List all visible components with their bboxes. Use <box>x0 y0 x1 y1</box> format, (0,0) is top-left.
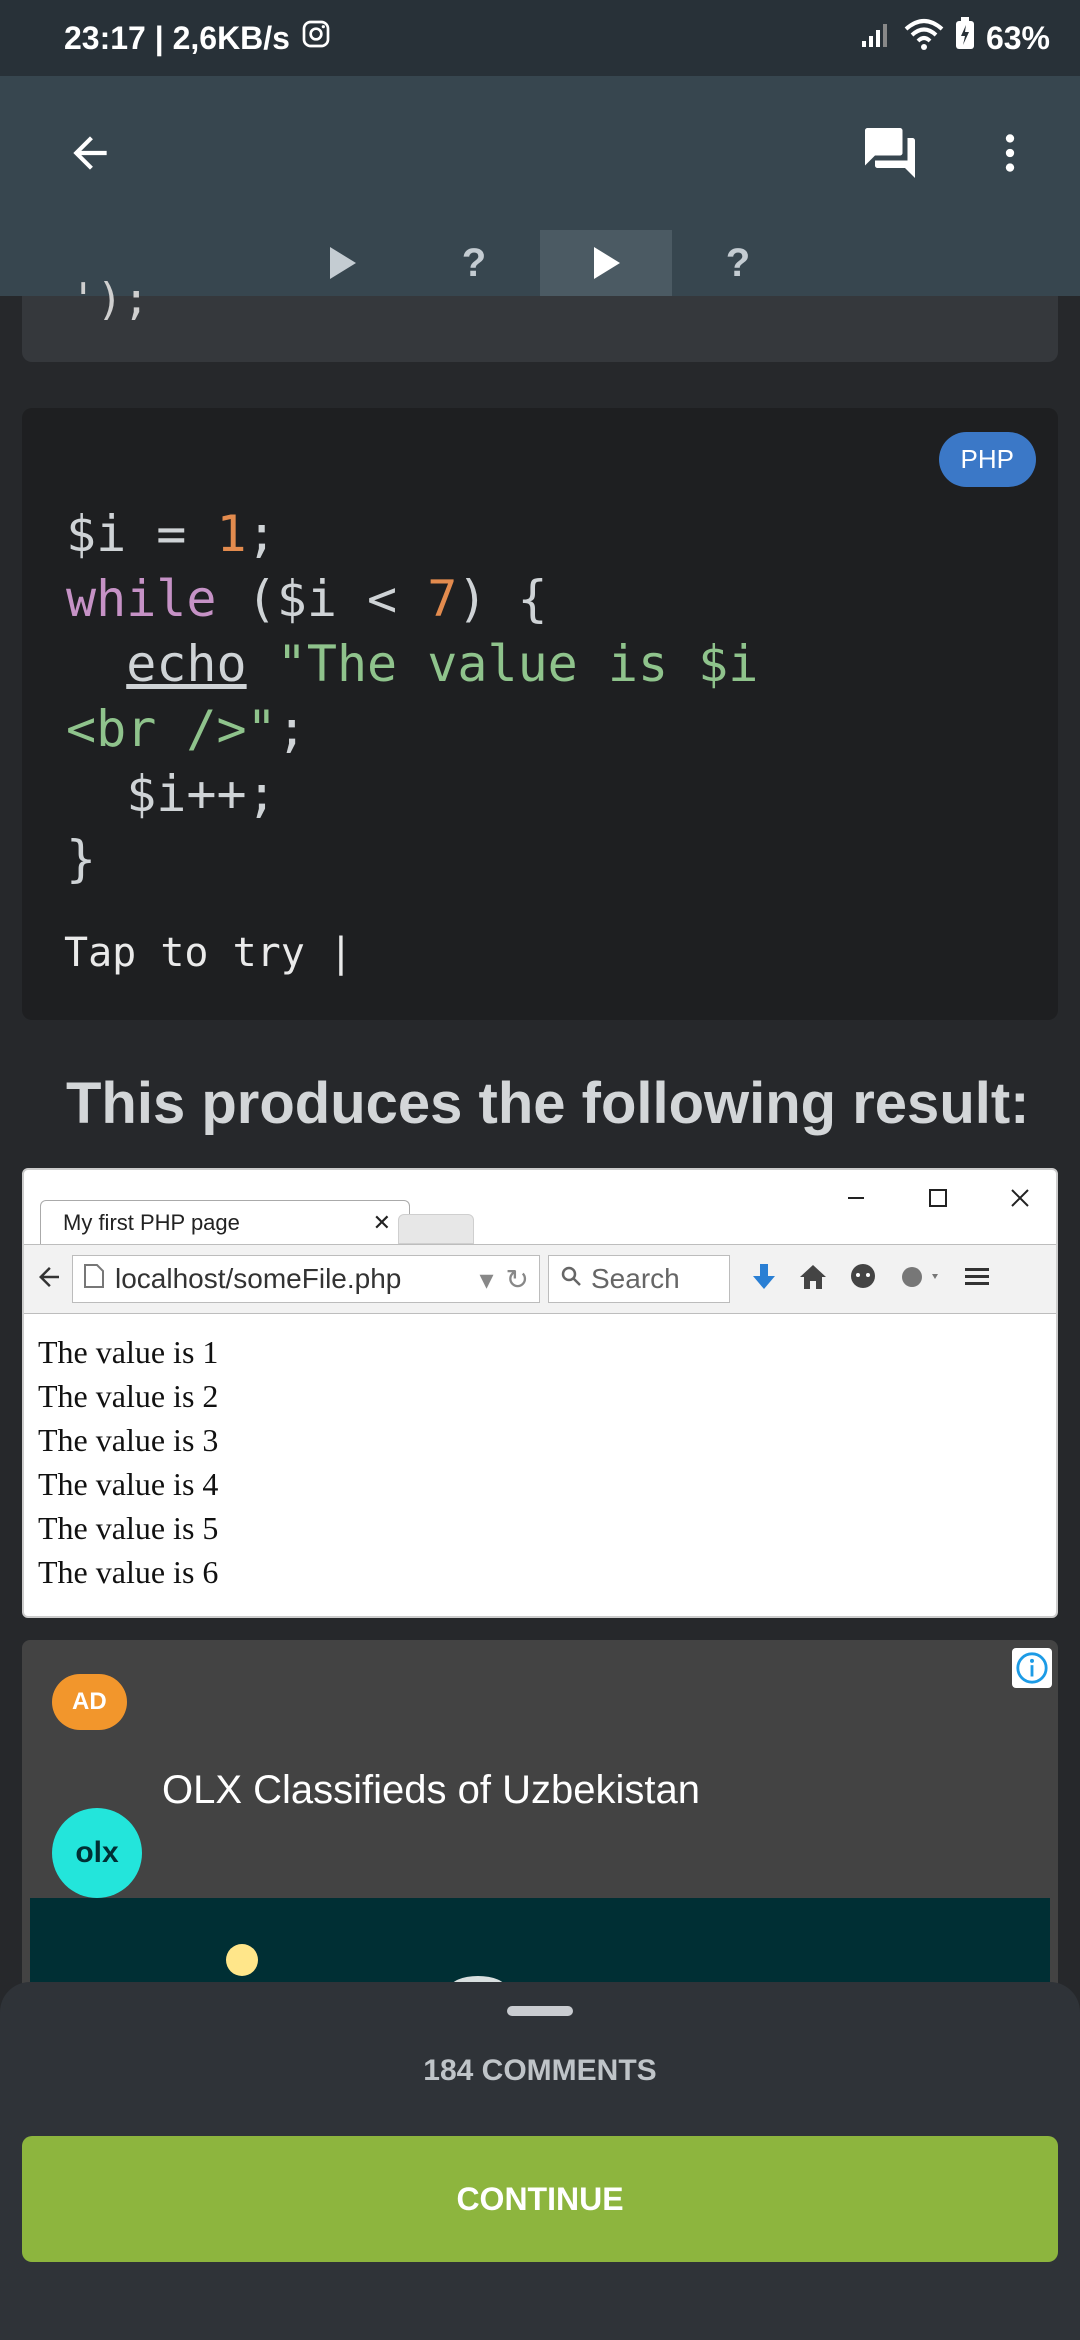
search-icon <box>559 1263 583 1295</box>
previous-code-block: '); <box>22 274 1058 362</box>
lesson-tab-play[interactable] <box>276 230 408 296</box>
code-line: } <box>66 830 97 888</box>
bottom-sheet: 184 COMMENTS CONTINUE <box>0 1982 1080 2340</box>
tab-close-icon: ✕ <box>372 1209 391 1235</box>
code-line: echo "The value is $i <box>126 635 759 693</box>
sheet-drag-handle[interactable] <box>507 2006 573 2016</box>
browser-tab-title: My first PHP page <box>63 1209 240 1235</box>
status-right: 63% <box>860 17 1050 59</box>
code-text: $i = 1; while ($i < 7) { echo "The value… <box>66 502 758 892</box>
browser-output-image: My first PHP page ✕ localhost/someFile.p… <box>22 1168 1058 1618</box>
olx-logo-text: olx <box>75 1836 119 1869</box>
home-icon <box>798 1262 828 1297</box>
lesson-tab-quiz[interactable]: ? <box>672 230 804 296</box>
play-icon <box>330 247 356 279</box>
code-block[interactable]: PHP $i = 1; while ($i < 7) { echo "The v… <box>22 408 1058 1020</box>
status-time: 23:17 | 2,6KB/s <box>64 19 290 56</box>
wifi-icon <box>904 17 944 59</box>
url-bar: localhost/someFile.php ▾ ↻ <box>72 1255 540 1303</box>
code-line: while ($i < 7) { <box>66 570 548 628</box>
signal-icon <box>860 19 894 57</box>
window-controls <box>832 1180 1044 1216</box>
code-line: <br />"; <box>66 700 307 758</box>
previous-code-tail-text: '); <box>70 274 150 325</box>
status-left: 23:17 | 2,6KB/s <box>64 18 332 58</box>
code-line: $i++; <box>66 765 277 823</box>
hamburger-menu-icon <box>962 1262 992 1297</box>
minimize-icon <box>832 1180 880 1216</box>
addon-icon <box>898 1262 942 1297</box>
arrow-left-icon <box>73 136 107 170</box>
new-tab <box>398 1214 474 1244</box>
result-heading: This produces the following result: <box>66 1071 1030 1136</box>
tap-to-try-button[interactable]: Tap to try | <box>64 930 353 976</box>
instagram-icon <box>300 18 332 58</box>
output-line: The value is 1 <box>38 1334 219 1370</box>
search-placeholder: Search <box>591 1263 680 1294</box>
output-line: The value is 3 <box>38 1422 219 1458</box>
browser-toolbar: localhost/someFile.php ▾ ↻ Search <box>24 1244 1056 1314</box>
lesson-tab-label: ? <box>725 240 751 285</box>
lesson-tab-current[interactable] <box>540 230 672 296</box>
back-arrow-icon <box>34 1262 64 1297</box>
close-icon <box>996 1180 1044 1216</box>
url-text: localhost/someFile.php <box>115 1263 402 1294</box>
browser-page-output: The value is 1 The value is 2 The value … <box>38 1330 218 1594</box>
olx-logo: olx <box>52 1808 142 1898</box>
dropdown-icon: ▾ <box>479 1263 494 1295</box>
toolbar-icons <box>750 1262 992 1297</box>
play-icon <box>594 247 620 279</box>
continue-button[interactable]: CONTINUE <box>22 2136 1058 2262</box>
lesson-tabs: ? ? <box>0 230 1080 296</box>
status-bar: 23:17 | 2,6KB/s 63% <box>0 0 1080 76</box>
url-actions: ▾ ↻ <box>479 1263 529 1296</box>
browser-tab: My first PHP page ✕ <box>40 1200 410 1244</box>
output-line: The value is 5 <box>38 1510 219 1546</box>
battery-percent: 63% <box>985 19 1050 56</box>
ad-title: OLX Classifieds of Uzbekistan <box>162 1768 701 1812</box>
more-vert-icon <box>1005 134 1015 172</box>
battery-icon <box>954 17 976 59</box>
chat-icon <box>848 1262 878 1297</box>
maximize-icon <box>914 1180 962 1216</box>
comments-button[interactable] <box>850 113 930 193</box>
page-icon <box>83 1263 105 1296</box>
search-field: Search <box>548 1255 730 1303</box>
lesson-tab-label: ? <box>461 240 487 285</box>
ad-badge: AD <box>52 1674 127 1730</box>
output-line: The value is 2 <box>38 1378 219 1414</box>
chat-bubbles-icon <box>865 128 915 178</box>
more-menu-button[interactable] <box>970 113 1050 193</box>
reload-icon: ↻ <box>505 1263 529 1295</box>
output-line: The value is 4 <box>38 1466 219 1502</box>
info-icon <box>1016 1652 1048 1684</box>
download-icon <box>750 1262 778 1297</box>
comments-link[interactable]: 184 COMMENTS <box>0 2054 1080 2088</box>
lesson-tab-quiz[interactable]: ? <box>408 230 540 296</box>
code-line: $i = 1; <box>66 505 277 563</box>
app-bar <box>0 76 1080 230</box>
output-line: The value is 6 <box>38 1554 219 1590</box>
language-badge: PHP <box>938 432 1036 487</box>
back-button[interactable] <box>50 113 130 193</box>
ad-info-button[interactable] <box>1012 1648 1052 1688</box>
